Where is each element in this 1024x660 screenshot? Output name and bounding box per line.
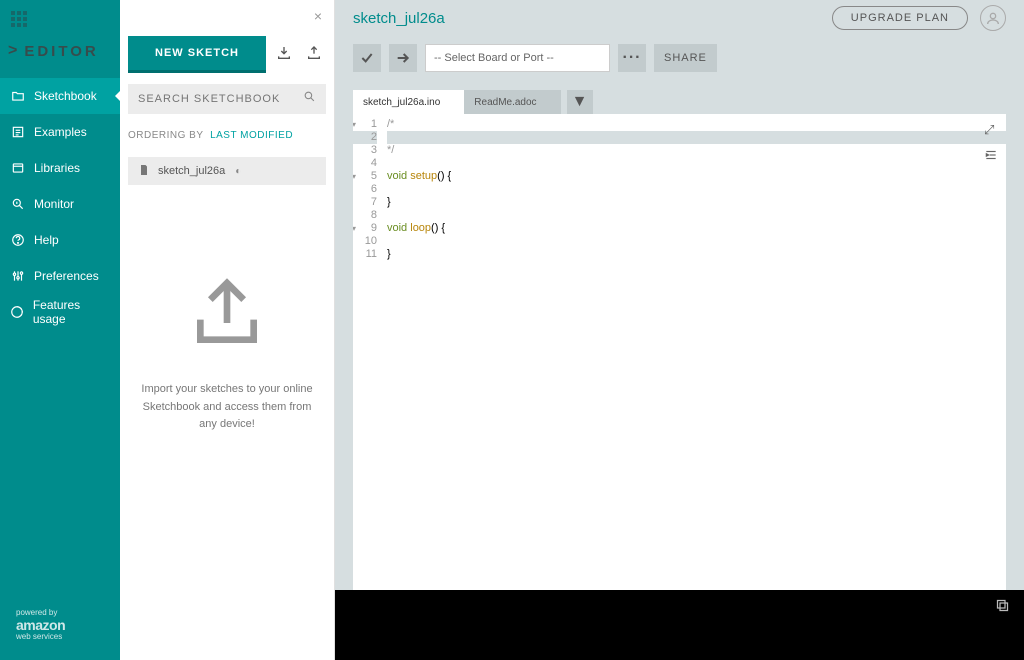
new-sketch-button[interactable]: NEW SKETCH [128, 36, 266, 70]
editor-side-controls: ⤢ [984, 122, 998, 165]
import-icon[interactable] [272, 36, 296, 70]
export-icon[interactable] [302, 36, 326, 70]
sketchbook-panel: × NEW SKETCH ORDERING BY LAST MODIFIED s… [120, 0, 335, 660]
magnify-icon [10, 197, 26, 211]
indent-icon[interactable] [984, 148, 998, 165]
sidebar-item-label: Monitor [34, 197, 74, 211]
sidebar-item-sketchbook[interactable]: Sketchbook [0, 78, 120, 114]
help-icon [10, 233, 26, 247]
code-line[interactable] [387, 209, 1006, 222]
code-line[interactable] [387, 131, 1006, 144]
upgrade-plan-button[interactable]: UPGRADE PLAN [832, 6, 968, 30]
upload-button[interactable] [389, 44, 417, 72]
board-select[interactable]: -- Select Board or Port -- [425, 44, 610, 72]
list-icon [10, 125, 26, 139]
usage-icon [10, 305, 25, 319]
close-panel-icon[interactable]: × [314, 8, 322, 24]
copy-output-icon[interactable] [995, 598, 1010, 618]
library-icon [10, 161, 26, 175]
apps-icon[interactable] [0, 0, 120, 32]
line-number: 3 [353, 144, 377, 157]
sketch-title: sketch_jul26a [353, 10, 820, 27]
code-line[interactable]: void loop() { [387, 222, 1006, 235]
topbar: sketch_jul26a UPGRADE PLAN [335, 0, 1024, 36]
editor-area: sketch_jul26a UPGRADE PLAN -- Select Boa… [335, 0, 1024, 660]
sketch-item-menu-icon[interactable]: ◐ [235, 166, 241, 177]
code-line[interactable] [387, 235, 1006, 248]
sidebar-item-label: Examples [34, 125, 87, 139]
line-number: 1 [353, 118, 377, 131]
sidebar-item-label: Sketchbook [34, 89, 97, 103]
tab-dropdown-icon[interactable]: ▼ [567, 90, 593, 114]
sidebar-footer: powered by amazon web services [0, 597, 120, 660]
sidebar-nav: Sketchbook Examples Libraries Monitor He… [0, 78, 120, 597]
code-line[interactable] [387, 157, 1006, 170]
code-editor[interactable]: 1234567891011 /* */ void setup() { } void l… [353, 114, 1006, 590]
panel-toprow: NEW SKETCH [128, 36, 326, 70]
code-line[interactable]: } [387, 196, 1006, 209]
import-text: Import your sketches to your online Sket… [120, 381, 334, 434]
sidebar-item-libraries[interactable]: Libraries [0, 150, 120, 186]
code-line[interactable]: } [387, 248, 1006, 261]
line-number: 6 [353, 183, 377, 196]
fullscreen-icon[interactable]: ⤢ [984, 122, 998, 138]
sidebar-item-label: Libraries [34, 161, 80, 175]
ordering-link[interactable]: LAST MODIFIED [210, 130, 293, 141]
user-avatar[interactable] [980, 5, 1006, 31]
brand-sub: web services [16, 633, 110, 642]
ordering-label: ORDERING BY LAST MODIFIED [128, 130, 326, 141]
verify-button[interactable] [353, 44, 381, 72]
logo-text: EDITOR [24, 43, 98, 60]
line-number: 8 [353, 209, 377, 222]
tab-readme[interactable]: ReadMe.adoc [464, 90, 560, 114]
sidebar-item-label: Help [34, 233, 59, 247]
import-block: Import your sketches to your online Sket… [120, 193, 334, 660]
chevron-icon: > [8, 42, 20, 60]
share-button[interactable]: SHARE [654, 44, 717, 72]
line-number: 10 [353, 235, 377, 248]
upload-icon [187, 273, 267, 353]
sidebar-item-examples[interactable]: Examples [0, 114, 120, 150]
editor-logo: > EDITOR [0, 32, 120, 78]
sidebar-item-label: Preferences [34, 269, 99, 283]
more-button[interactable]: ··· [618, 44, 646, 72]
sidebar-item-features[interactable]: Features usage [0, 294, 120, 330]
sidebar-item-preferences[interactable]: Preferences [0, 258, 120, 294]
code-area[interactable]: /* */ void setup() { } void loop() { } [381, 114, 1006, 590]
line-number: 9 [353, 222, 377, 235]
line-number: 11 [353, 248, 377, 261]
sliders-icon [10, 269, 26, 283]
search-input[interactable] [138, 93, 303, 105]
search-icon[interactable] [303, 90, 316, 108]
code-line[interactable]: */ [387, 144, 1006, 157]
sidebar-item-monitor[interactable]: Monitor [0, 186, 120, 222]
tabs-row: sketch_jul26a.ino ReadMe.adoc ▼ [353, 90, 1024, 114]
toolbar: -- Select Board or Port -- ··· SHARE [335, 36, 1024, 80]
sidebar-item-help[interactable]: Help [0, 222, 120, 258]
sketch-item-label: sketch_jul26a [158, 165, 225, 177]
tab-sketch-ino[interactable]: sketch_jul26a.ino [353, 90, 464, 114]
code-line[interactable] [387, 183, 1006, 196]
file-icon [138, 164, 150, 179]
line-number: 7 [353, 196, 377, 209]
line-number: 5 [353, 170, 377, 183]
brand-label: amazon [16, 618, 110, 633]
code-line[interactable]: /* [387, 118, 1006, 131]
line-number: 2 [353, 131, 377, 144]
sketch-list-item[interactable]: sketch_jul26a ◐ [128, 157, 326, 185]
folder-icon [10, 89, 26, 103]
line-number: 4 [353, 157, 377, 170]
sidebar: > EDITOR Sketchbook Examples Libraries [0, 0, 120, 660]
console [335, 590, 1024, 660]
sidebar-item-label: Features usage [33, 298, 110, 326]
code-line[interactable]: void setup() { [387, 170, 1006, 183]
line-gutter: 1234567891011 [353, 114, 381, 590]
search-sketchbook[interactable] [128, 84, 326, 114]
